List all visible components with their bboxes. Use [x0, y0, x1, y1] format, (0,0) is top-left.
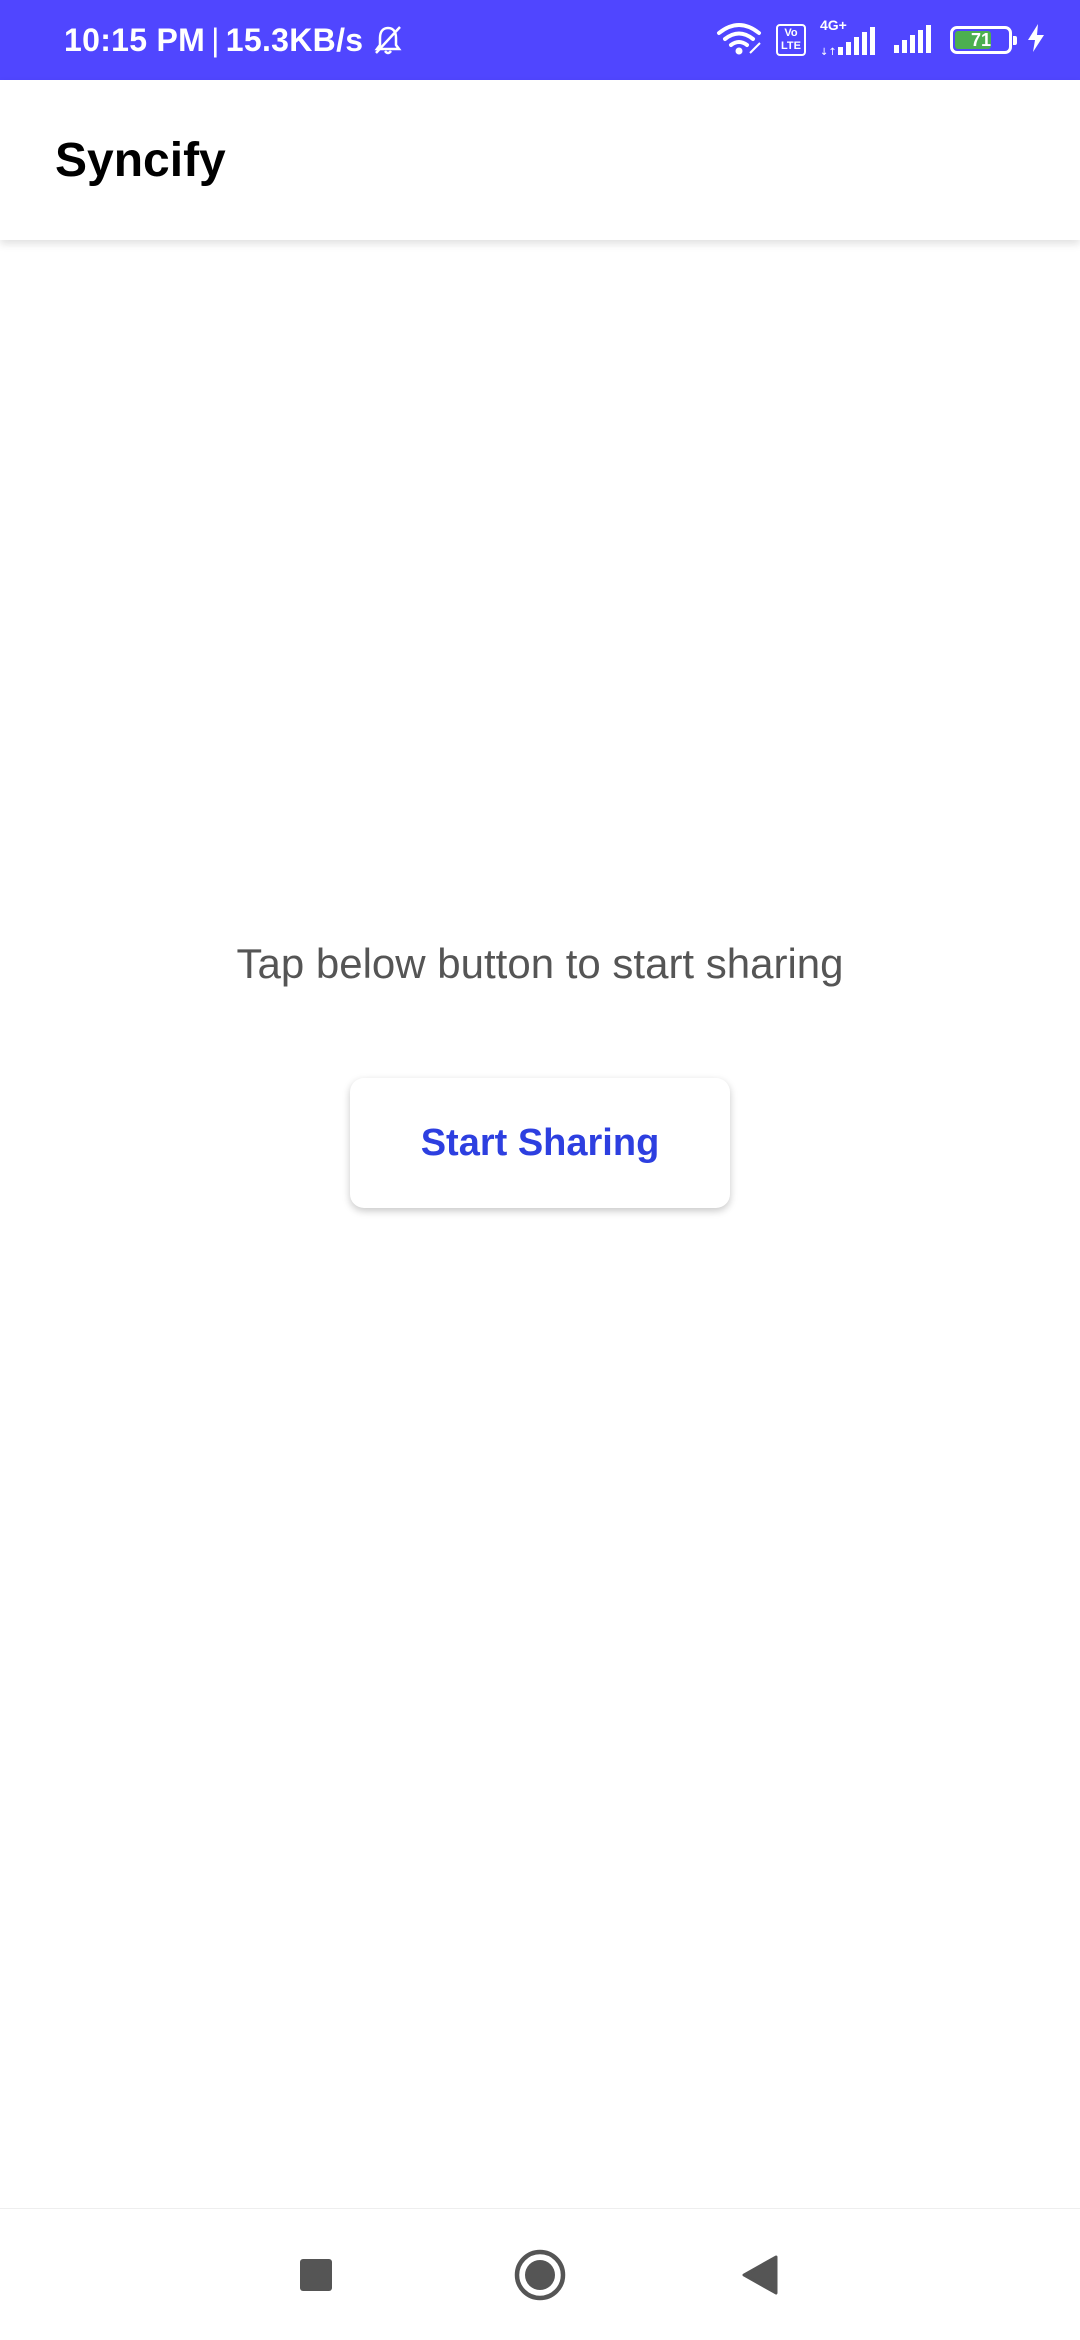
bell-off-icon [371, 23, 405, 57]
main-content: Tap below button to start sharing Start … [0, 240, 1080, 2208]
svg-text:↓↑: ↓↑ [820, 47, 837, 57]
signal-icon-2 [892, 21, 936, 60]
recents-square-icon[interactable] [256, 2209, 376, 2340]
network-speed: 15.3KB/s [225, 21, 364, 58]
status-time: 10:15 PM [64, 21, 206, 58]
back-triangle-icon[interactable] [700, 2209, 820, 2340]
signal-icon-1: 4G+ ↓↑ [820, 17, 878, 57]
network-type: 4G+ [820, 17, 847, 33]
status-separator: | [211, 21, 220, 58]
screen: 10:15 PM | 15.3KB/s Vo LTE 4G+ ↓↑ 71 Syn… [0, 0, 1080, 2340]
charging-icon [1026, 23, 1046, 58]
wifi-icon [716, 21, 762, 60]
start-sharing-button[interactable]: Start Sharing [350, 1078, 730, 1208]
volte-top: Vo [784, 27, 798, 39]
volte-bottom: LTE [781, 40, 801, 52]
status-bar: 10:15 PM | 15.3KB/s Vo LTE 4G+ ↓↑ 71 [0, 0, 1080, 80]
navigation-bar [0, 2208, 1080, 2340]
hint-text: Tap below button to start sharing [236, 940, 844, 987]
status-left: 10:15 PM | 15.3KB/s [64, 0, 405, 80]
battery-icon: 71 [950, 26, 1017, 54]
app-bar: Syncify [0, 80, 1080, 240]
volte-icon: Vo LTE [776, 24, 806, 56]
home-circle-icon[interactable] [480, 2209, 600, 2340]
app-title: Syncify [55, 133, 226, 187]
status-right: Vo LTE 4G+ ↓↑ 71 [716, 0, 1046, 80]
battery-level: 71 [970, 29, 992, 50]
